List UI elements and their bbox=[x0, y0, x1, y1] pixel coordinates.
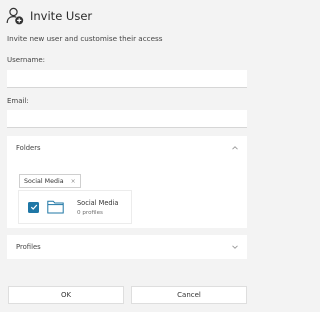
invite-user-dialog: Invite User Invite new user and customis… bbox=[0, 0, 256, 312]
dialog-description: Invite new user and customise their acce… bbox=[7, 34, 163, 43]
folder-profile-count: 0 profiles bbox=[77, 209, 103, 216]
check-icon bbox=[30, 204, 37, 210]
folder-name: Social Media bbox=[77, 198, 119, 207]
cancel-button[interactable]: Cancel bbox=[131, 286, 247, 304]
chevron-up-icon[interactable] bbox=[231, 144, 239, 152]
folders-panel-header[interactable]: Folders bbox=[7, 136, 247, 159]
folder-item-text: Social Media 0 profiles bbox=[77, 199, 118, 216]
folder-item-social-media[interactable]: Social Media 0 profiles bbox=[19, 191, 131, 223]
chevron-down-icon[interactable] bbox=[231, 243, 239, 251]
username-field[interactable] bbox=[7, 70, 247, 88]
chip-label: Social Media bbox=[24, 177, 64, 185]
email-label: Email: bbox=[7, 97, 29, 105]
username-label: Username: bbox=[7, 56, 46, 64]
profiles-panel-header[interactable]: Profiles bbox=[7, 235, 247, 258]
dialog-title: Invite User bbox=[30, 9, 93, 23]
profiles-panel-label: Profiles bbox=[16, 242, 41, 251]
chip-remove-icon[interactable]: × bbox=[71, 178, 76, 185]
add-user-icon bbox=[6, 7, 24, 25]
email-field[interactable] bbox=[7, 110, 247, 128]
dialog-header: Invite User bbox=[6, 6, 92, 26]
folders-panel: Folders Social Media × Social Media 0 pr… bbox=[7, 136, 247, 228]
folders-panel-label: Folders bbox=[16, 143, 41, 152]
ok-button[interactable]: OK bbox=[8, 286, 124, 304]
folder-icon bbox=[47, 200, 64, 214]
folder-checkbox[interactable] bbox=[28, 201, 39, 213]
profiles-panel: Profiles bbox=[7, 235, 247, 259]
selected-folder-chip: Social Media × bbox=[19, 174, 81, 188]
